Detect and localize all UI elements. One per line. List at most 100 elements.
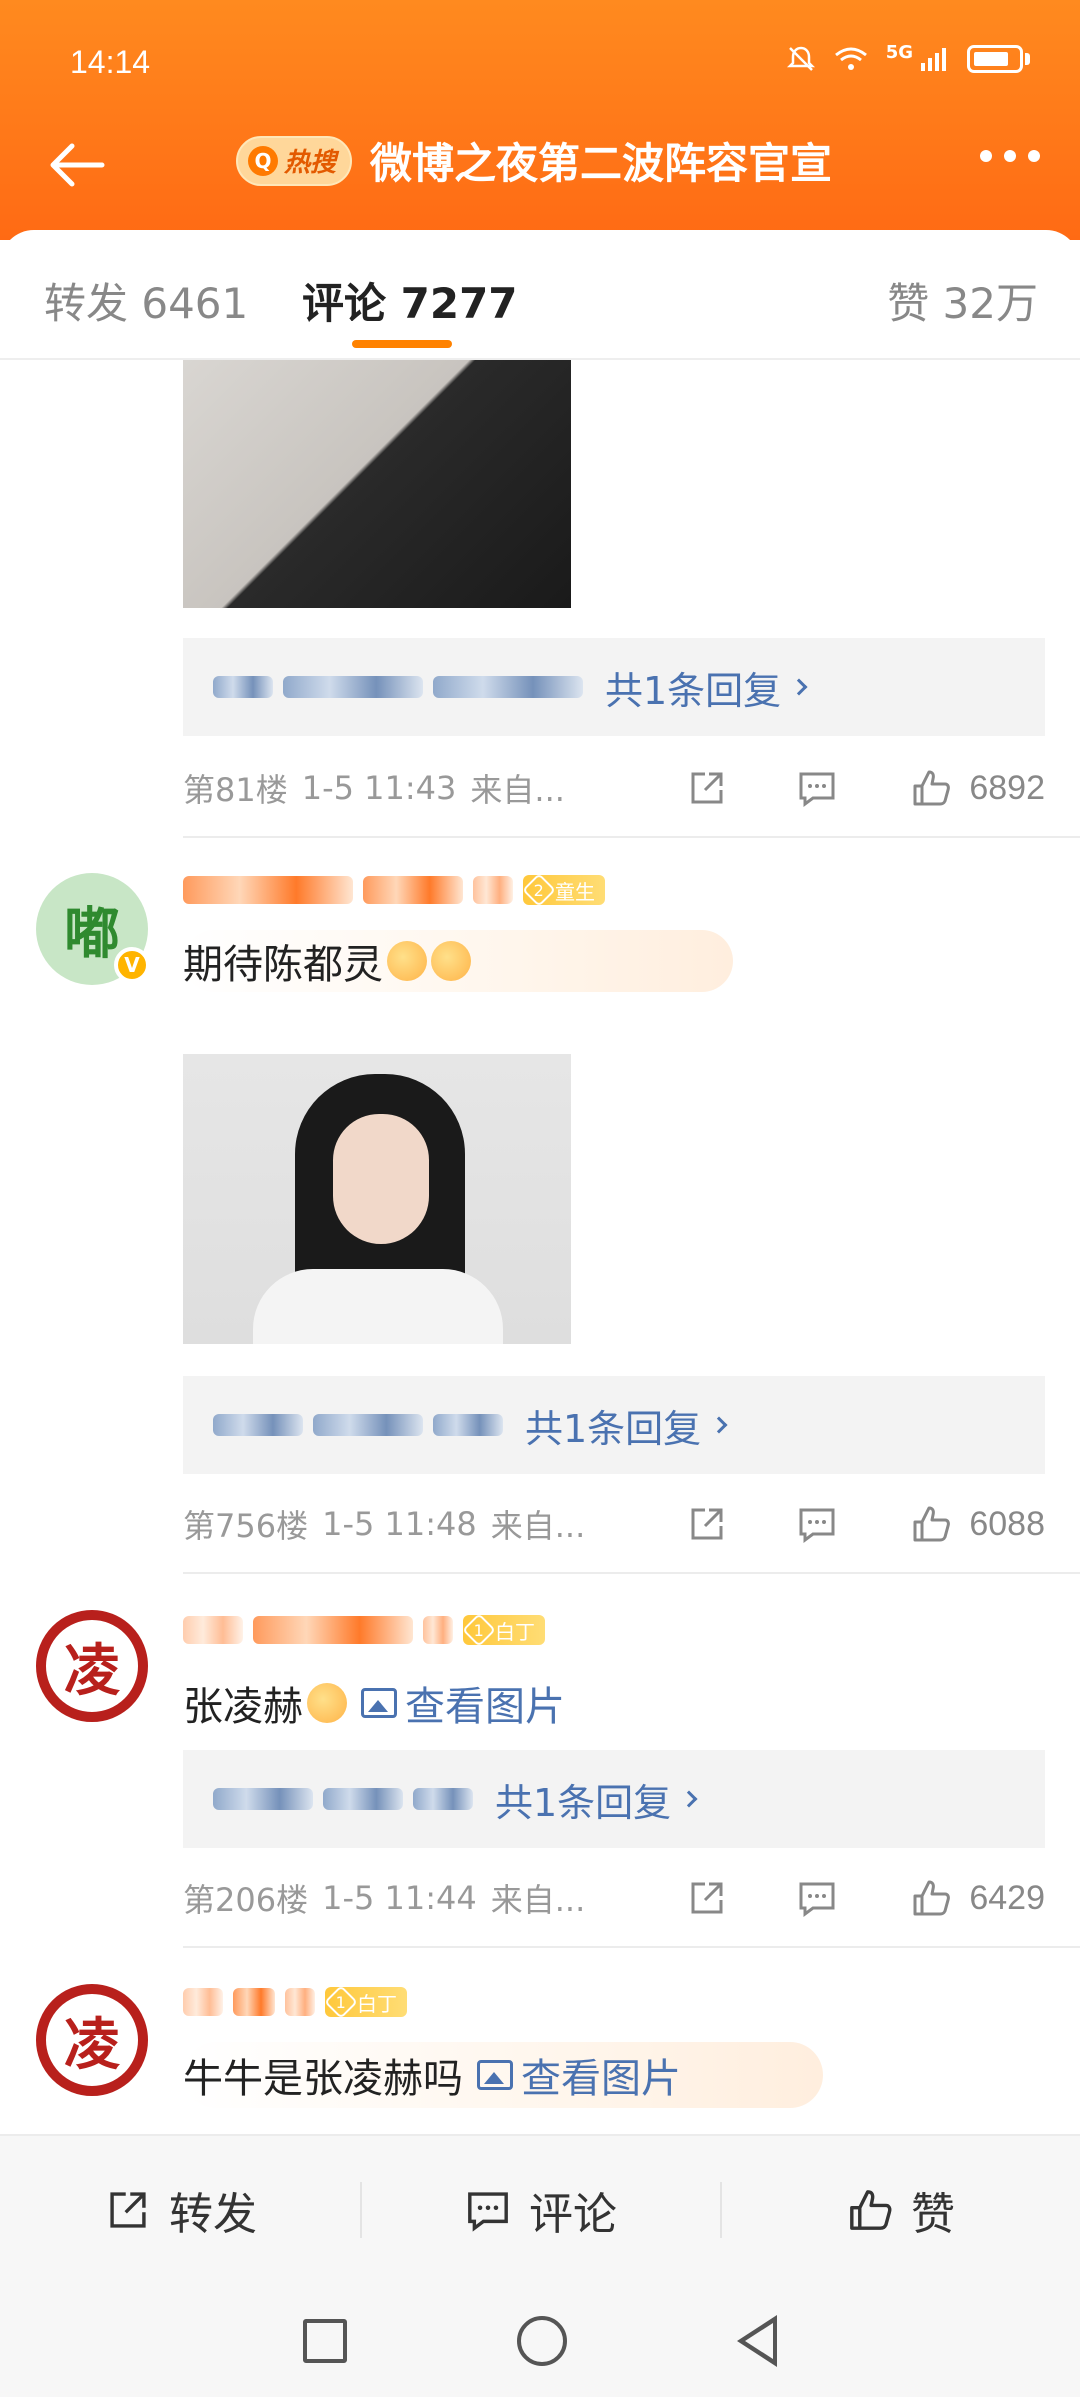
comment-meta: 第81楼 1-5 11:43 来自... 6892 [183, 758, 1045, 818]
comment-meta: 第756楼 1-5 11:48 来自... 6088 [183, 1494, 1045, 1554]
system-nav-bar [0, 2284, 1080, 2397]
blurred-text [433, 1414, 503, 1436]
comment-text: 牛牛是张凌赫吗 查看图片 [183, 2042, 823, 2108]
comment-source: 来自... [490, 1507, 586, 1545]
blush-emoji-icon [431, 941, 471, 981]
mute-icon [786, 46, 815, 71]
like-button[interactable]: 6088 [909, 1502, 1045, 1546]
username-row[interactable]: 1 白丁 [183, 1982, 407, 2022]
blurred-text [413, 1788, 473, 1810]
home-icon[interactable] [517, 2315, 567, 2366]
recent-apps-icon[interactable] [303, 2318, 347, 2363]
dizzy-emoji-icon [307, 1683, 347, 1723]
blurred-username [183, 1988, 223, 2016]
chevron-right-icon [680, 1790, 698, 1808]
floor-number: 第81楼 [183, 771, 288, 809]
reply-count-link[interactable]: 共1条回复 [525, 1398, 728, 1453]
chevron-right-icon [710, 1416, 728, 1434]
tab-bar: 转发 6461 评论 7277 赞 32万 [0, 230, 1080, 360]
like-count: 6429 [969, 1878, 1045, 1917]
back-icon[interactable] [737, 2314, 777, 2367]
comment-text: 期待陈都灵 [183, 930, 733, 992]
blurred-text [433, 676, 583, 698]
tab-repost[interactable]: 转发 6461 [44, 270, 248, 331]
image-icon [361, 1688, 397, 1718]
share-icon[interactable] [685, 1876, 729, 1920]
divider [183, 1572, 1080, 1574]
status-time: 14:14 [70, 44, 151, 80]
more-options-icon[interactable] [980, 150, 1040, 162]
comment-icon[interactable] [795, 1502, 839, 1546]
bottom-action-bar: 转发 评论 赞 [0, 2134, 1080, 2284]
blurred-text [213, 1788, 313, 1810]
username-row[interactable]: 2 童生 [183, 870, 605, 910]
level-badge: 2 童生 [522, 873, 605, 907]
blurred-username [473, 876, 513, 904]
floor-number: 第206楼 [183, 1881, 309, 1919]
username-row[interactable]: 1 白丁 [183, 1610, 545, 1650]
divider [183, 836, 1080, 838]
blurred-username [363, 876, 463, 904]
comment-actions: 6892 [619, 758, 1045, 818]
status-icons: 5G [786, 41, 1030, 74]
blush-emoji-icon [387, 941, 427, 981]
reply-preview[interactable]: 共1条回复 [183, 1750, 1045, 1848]
view-image-link[interactable]: 查看图片 [477, 2046, 681, 2104]
level-badge: 1 白丁 [324, 1985, 407, 2019]
verified-icon: V [114, 947, 150, 983]
tab-comments[interactable]: 评论 7277 [302, 270, 518, 331]
chevron-right-icon [790, 678, 808, 696]
comment-time: 1-5 11:48 [322, 1505, 477, 1543]
network-label: 5G [885, 41, 913, 63]
avatar[interactable]: 凌 [36, 1984, 148, 2096]
view-image-link[interactable]: 查看图片 [361, 1674, 565, 1732]
comment-icon [468, 2192, 508, 2232]
avatar[interactable]: 嘟 V [36, 873, 150, 985]
like-post-button[interactable]: 赞 [720, 2136, 1080, 2284]
reply-preview[interactable]: 共1条回复 [183, 1376, 1045, 1474]
comment-image[interactable] [183, 360, 571, 608]
thumbs-up-icon [850, 2190, 892, 2230]
like-button[interactable]: 6892 [909, 766, 1045, 810]
blurred-text [213, 676, 273, 698]
comment-source: 来自... [470, 771, 565, 809]
top-header: 14:14 5G Q 热搜 微博之夜第二波阵容官宣 [0, 0, 1080, 240]
divider [183, 1946, 1080, 1948]
repost-button[interactable]: 转发 [0, 2136, 360, 2284]
comment-source: 来自... [490, 1881, 586, 1919]
wifi-icon [834, 47, 867, 70]
level-badge: 1 白丁 [462, 1613, 545, 1647]
blurred-text [283, 676, 423, 698]
tab-likes[interactable]: 赞 32万 [887, 270, 1038, 331]
share-icon[interactable] [685, 766, 729, 810]
back-arrow-icon[interactable] [42, 130, 112, 200]
hot-search-badge[interactable]: Q 热搜 [236, 135, 353, 186]
comment-time: 1-5 11:43 [301, 769, 457, 807]
signal-icon [921, 48, 946, 71]
reply-count-link[interactable]: 共1条回复 [495, 1772, 698, 1827]
avatar[interactable]: 凌 [36, 1610, 148, 1722]
page-title: 微博之夜第二波阵容官宣 [370, 139, 833, 188]
blurred-text [313, 1414, 423, 1436]
share-icon[interactable] [685, 1502, 729, 1546]
battery-icon [967, 45, 1023, 73]
thumbs-up-icon [913, 1506, 951, 1542]
repost-label: 转发 [169, 2189, 257, 2240]
like-count: 6892 [969, 768, 1045, 807]
comment-icon[interactable] [795, 766, 839, 810]
blurred-username [233, 1988, 275, 2016]
like-button[interactable]: 6429 [909, 1876, 1045, 1920]
blurred-username [183, 876, 353, 904]
reply-preview[interactable]: 共1条回复 [183, 638, 1045, 736]
comment-icon[interactable] [795, 1876, 839, 1920]
comment-image[interactable] [183, 1054, 571, 1344]
comment-actions: 6429 [619, 1868, 1045, 1928]
thumbs-up-icon [913, 1880, 951, 1916]
comment-list[interactable]: 共1条回复 第81楼 1-5 11:43 来自... 6892 嘟 V 2 童生… [0, 360, 1080, 2140]
blurred-text [213, 1414, 303, 1436]
header-title-group: Q 热搜 微博之夜第二波阵容官宣 [236, 130, 832, 191]
weibo-comment-page: 14:14 5G Q 热搜 微博之夜第二波阵容官宣 转发 6461 评论 727… [0, 0, 1080, 2397]
reply-count-link[interactable]: 共1条回复 [605, 660, 808, 715]
floor-number: 第756楼 [183, 1507, 309, 1545]
comment-button[interactable]: 评论 [360, 2136, 720, 2284]
